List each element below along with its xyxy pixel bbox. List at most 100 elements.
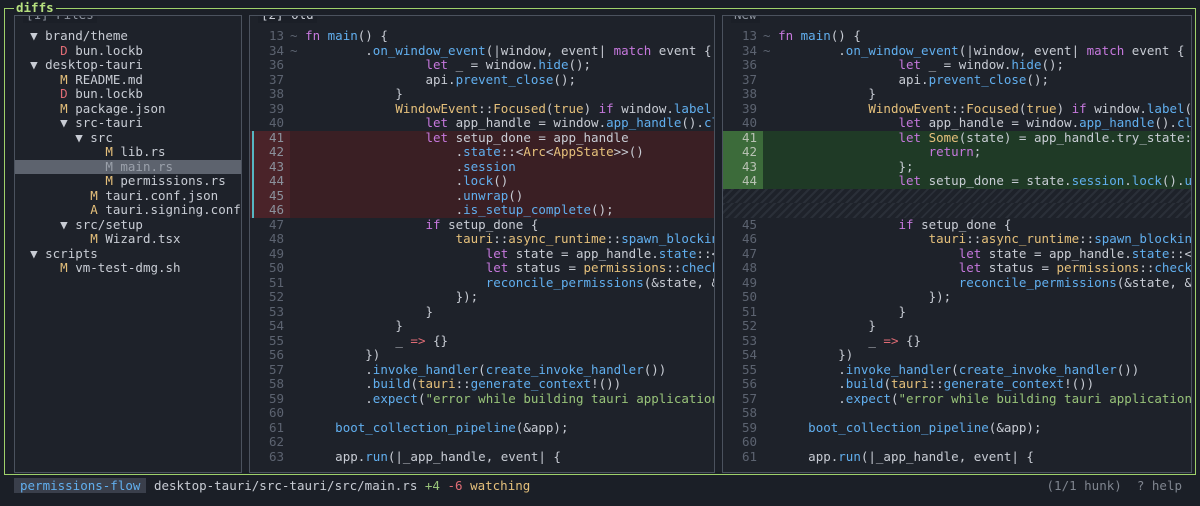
code-line: 47 if setup_done { (250, 216, 714, 233)
file-status-badge: M (105, 173, 113, 188)
code-text: .on_window_event(|window, event| match e… (305, 42, 712, 58)
files-pane[interactable]: [1] Files ▼ brand/theme D bun.lockb ▼ de… (14, 15, 242, 473)
line-number: 45 (250, 188, 290, 203)
line-number: 37 (268, 71, 284, 87)
tree-file[interactable]: M package.json (15, 101, 241, 117)
code-line: 57 .invoke_handler(create_invoke_handler… (250, 362, 714, 378)
line-number: 39 (741, 100, 757, 116)
line-number: 53 (741, 332, 757, 348)
hunk-marker (290, 362, 305, 377)
file-status-badge: M (90, 187, 98, 203)
code-line: 51 } (723, 303, 1191, 320)
code-text: .build(tauri::generate_context!()) (305, 376, 622, 391)
tree-folder[interactable]: ▼ scripts (15, 246, 241, 262)
tree-file[interactable]: M lib.rs (15, 144, 241, 160)
tree-item-label: vm-test-dmg.sh (75, 260, 181, 275)
code-line: 37 api.prevent_close(); (250, 71, 714, 88)
hunk-marker: ~ (763, 28, 779, 43)
code-line: 58 .build(tauri::generate_context!()) (250, 376, 714, 392)
hunk-marker (763, 275, 778, 290)
tree-file[interactable]: M README.md (15, 72, 241, 88)
line-number: 54 (268, 318, 284, 333)
tree-folder[interactable]: ▼ src (15, 130, 241, 146)
file-tree[interactable]: ▼ brand/theme D bun.lockb ▼ desktop-taur… (15, 28, 241, 276)
hunk-marker (763, 347, 778, 362)
line-number: 41 (250, 130, 290, 145)
code-text: }) (305, 347, 381, 362)
line-number: 59 (741, 419, 757, 435)
line-number: 55 (268, 332, 284, 348)
hunk-marker (763, 115, 778, 130)
code-text: tauri::async_runtime::spawn_blocking(mov… (455, 231, 714, 246)
code-text: let status = permissions::check_all(); (485, 260, 714, 275)
code-text: }; (778, 158, 914, 174)
code-text: app.run(|_app_handle, event| { (778, 448, 1034, 464)
line-number: 36 (741, 57, 757, 72)
new-pane-title: New (731, 16, 760, 23)
line-number: 47 (268, 216, 284, 232)
hunk-marker (763, 304, 778, 319)
code-line: 54 } (250, 318, 714, 334)
hunk-marker: ~ (290, 42, 306, 58)
code-line: 49 reconcile_permissions(&state, &status… (723, 275, 1191, 291)
line-number: 61 (268, 419, 284, 435)
tree-file[interactable]: M tauri.conf.json (15, 187, 241, 204)
file-status-badge: M (105, 144, 113, 159)
line-number: 36 (268, 57, 284, 72)
tree-file[interactable]: M Wizard.tsx (15, 231, 241, 247)
code-text: let state = app_handle.state::<Arc<App (485, 245, 714, 261)
hunk-marker (290, 405, 305, 420)
hunk-marker: ~ (763, 42, 779, 58)
line-number: 38 (268, 86, 284, 101)
hunk-marker (763, 57, 778, 72)
tree-file[interactable]: M permissions.rs (15, 173, 241, 189)
watch-status: watching (470, 478, 531, 493)
tree-file[interactable]: M main.rs (15, 158, 241, 174)
line-number: 58 (268, 376, 284, 391)
tree-folder[interactable]: ▼ brand/theme (15, 28, 241, 44)
code-text: }); (778, 289, 952, 304)
new-pane[interactable]: New 13 ~ fn main() {34 ~ .on_window_event(… (722, 15, 1192, 473)
old-pane[interactable]: [2] Old 13 ~ fn main() {34 ~ .on_window_ev… (249, 15, 715, 473)
tree-item-label: tauri.signing.conf.json (105, 202, 241, 217)
line-number: 61 (741, 448, 757, 464)
hunk-marker (763, 376, 778, 391)
code-text: .state::<Arc<AppState>>() (305, 144, 644, 159)
code-text: let _ = window.hide(); (898, 57, 1065, 72)
new-code-view[interactable]: 13 ~ fn main() {34 ~ .on_window_event(|win… (723, 28, 1192, 464)
code-line: 61 boot_collection_pipeline(&app); (250, 419, 714, 436)
tree-file[interactable]: A tauri.signing.conf.json (15, 202, 241, 218)
tree-item-label: main.rs (120, 158, 174, 174)
code-text: .session (305, 158, 516, 174)
code-text: if setup_done { (898, 216, 1012, 232)
tree-file[interactable]: D bun.lockb (15, 86, 241, 102)
tree-folder[interactable]: ▼ src-tauri (15, 115, 241, 131)
help-hint[interactable]: ? help (1137, 478, 1182, 493)
hunk-marker (763, 246, 778, 261)
line-number: 51 (741, 303, 757, 319)
hunk-marker: ~ (290, 28, 306, 43)
added-line: 44 let setup_done = state.session.lock()… (723, 173, 1192, 189)
code-text: .expect("error while building tauri appl… (305, 390, 715, 406)
hunk-marker (290, 347, 305, 362)
line-number: 45 (741, 216, 757, 232)
code-line: 38 } (250, 86, 714, 102)
hunk-marker (290, 57, 305, 72)
hunk-marker (290, 202, 305, 217)
hunk-marker (763, 217, 778, 232)
line-number: 53 (268, 303, 284, 319)
hunk-marker (763, 72, 778, 87)
tree-folder[interactable]: ▼ desktop-tauri (15, 57, 241, 73)
hunk-marker (763, 130, 778, 145)
old-code-view[interactable]: 13 ~ fn main() {34 ~ .on_window_event(|win… (250, 28, 715, 464)
line-number: 13 (268, 28, 284, 43)
code-text: .build(tauri::generate_context!()) (778, 376, 1095, 391)
deleted-line: 46 .is_setup_complete(); (250, 202, 714, 218)
code-text: let setup_done = state.session.lock().un… (898, 173, 1192, 188)
tree-file[interactable]: D bun.lockb (15, 43, 241, 59)
tree-file[interactable]: M vm-test-dmg.sh (15, 260, 241, 276)
deleted-line: 44 .lock() (250, 173, 714, 189)
tree-item-label: src-tauri (75, 115, 143, 130)
tree-folder[interactable]: ▼ src/setup (15, 217, 241, 233)
tree-item-label: tauri.conf.json (105, 187, 219, 203)
